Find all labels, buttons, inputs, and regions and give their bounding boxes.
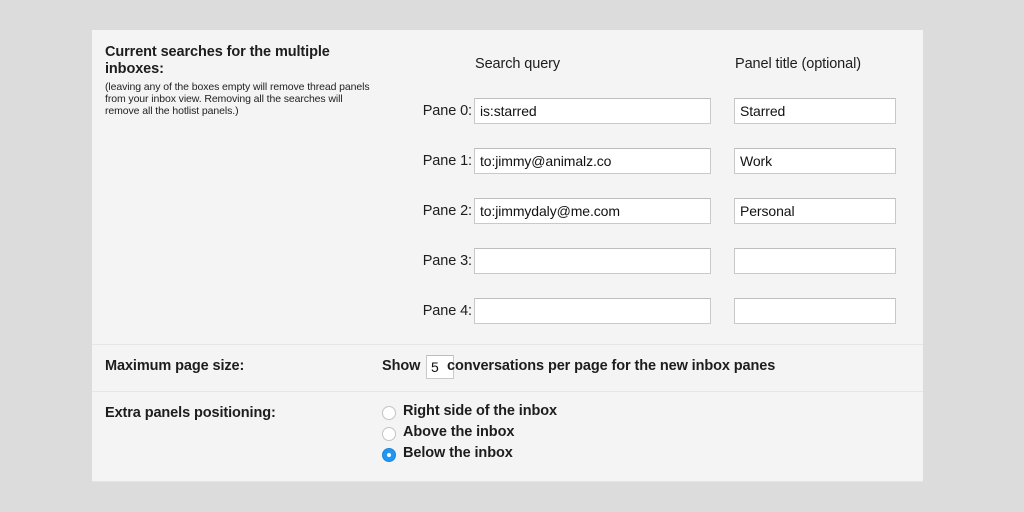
extra-panels-positioning-section: Extra panels positioning: Right side of … [92, 392, 923, 480]
radio-label-above: Above the inbox [403, 424, 515, 440]
pane-row-4: Pane 4: [92, 298, 923, 324]
positioning-label: Extra panels positioning: [105, 405, 276, 421]
pane-row-1: Pane 1: [92, 148, 923, 174]
pane-3-query-input[interactable] [474, 248, 711, 274]
column-header-search-query: Search query [475, 56, 561, 72]
pane-1-query-input[interactable] [474, 148, 711, 174]
pane-1-title-input[interactable] [734, 148, 896, 174]
searches-heading: Current searches for the multiple inboxe… [105, 44, 330, 77]
page-size-show-word: Show [382, 358, 421, 374]
pane-row-0: Pane 0: [92, 98, 923, 124]
pane-label-4: Pane 4: [422, 303, 472, 319]
pane-label-2: Pane 2: [422, 203, 472, 219]
pane-4-query-input[interactable] [474, 298, 711, 324]
page-size-label: Maximum page size: [105, 358, 245, 374]
pane-3-title-input[interactable] [734, 248, 896, 274]
pane-2-title-input[interactable] [734, 198, 896, 224]
pane-0-title-input[interactable] [734, 98, 896, 124]
settings-panel: Current searches for the multiple inboxe… [92, 30, 923, 482]
radio-label-right-side: Right side of the inbox [403, 403, 557, 419]
radio-button-icon-above[interactable] [382, 427, 396, 441]
page-size-suffix: conversations per page for the new inbox… [447, 358, 776, 374]
pane-2-query-input[interactable] [474, 198, 711, 224]
pane-4-title-input[interactable] [734, 298, 896, 324]
pane-label-3: Pane 3: [422, 253, 472, 269]
pane-label-1: Pane 1: [422, 153, 472, 169]
radio-label-below: Below the inbox [403, 445, 513, 461]
column-header-panel-title: Panel title (optional) [735, 56, 861, 72]
pane-0-query-input[interactable] [474, 98, 711, 124]
pane-row-2: Pane 2: [92, 198, 923, 224]
pane-label-0: Pane 0: [422, 103, 472, 119]
pane-row-3: Pane 3: [92, 248, 923, 274]
radio-button-icon-below[interactable] [382, 448, 396, 462]
radio-button-icon-right-side[interactable] [382, 406, 396, 420]
multiple-inboxes-searches-section: Current searches for the multiple inboxe… [92, 30, 923, 345]
maximum-page-size-section: Maximum page size: Show conversations pe… [92, 345, 923, 392]
